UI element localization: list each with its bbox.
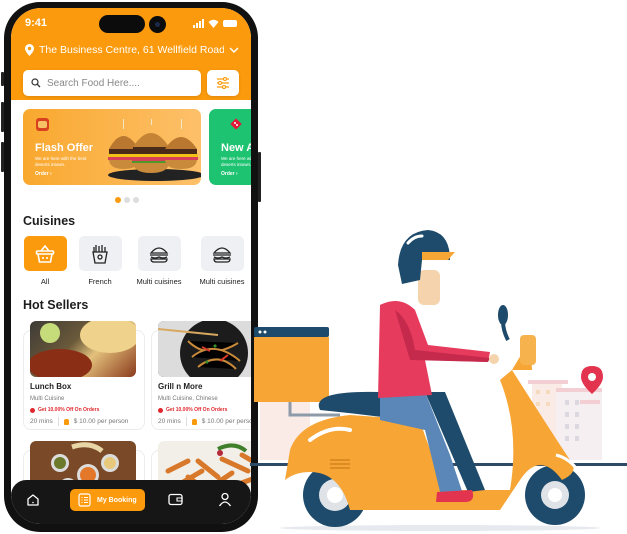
price: $ 10.00 per person [201, 418, 251, 425]
banner-order-link[interactable]: Order › [35, 171, 52, 177]
restaurant-meta: 20 mins $ 10.00 per person [158, 417, 251, 426]
cuisine-all[interactable]: All [21, 236, 69, 286]
tab-home[interactable] [26, 493, 40, 507]
sliders-icon [217, 77, 229, 89]
location-selector[interactable]: The Business Centre, 61 Wellfield Road..… [25, 44, 239, 56]
banner-order-link[interactable]: Order › [221, 171, 238, 177]
carousel-dot[interactable] [133, 197, 139, 203]
bottom-tab-bar: My Booking [11, 480, 251, 524]
wifi-icon [208, 19, 219, 28]
burger-icon [212, 246, 232, 263]
location-address: The Business Centre, 61 Wellfield Road..… [39, 44, 224, 56]
cuisine-french[interactable]: French [76, 236, 124, 286]
restaurant-name: Grill n More [158, 382, 203, 391]
header: 9:41 The Business Centre, 61 Wellfield R… [11, 8, 251, 100]
profile-icon [218, 492, 232, 507]
person-icon [191, 418, 197, 425]
price: $ 10.00 per person [73, 418, 129, 425]
restaurant-image [158, 321, 251, 377]
burger-icon [149, 246, 169, 263]
dynamic-island [99, 15, 145, 33]
restaurant-meta: 20 mins $ 10.00 per person [30, 417, 128, 426]
banner-title: New A [221, 142, 251, 154]
person-icon [63, 418, 69, 425]
cuisine-label: All [40, 277, 50, 286]
search-icon [31, 78, 41, 88]
delivery-scooter-illustration [250, 230, 627, 531]
promo-banner-new[interactable]: New A We are here with the best deserts … [209, 109, 251, 185]
dominos-logo [230, 118, 242, 130]
burger-king-logo [36, 118, 49, 131]
hot-sellers-title: Hot Sellers [23, 298, 89, 312]
tab-label: My Booking [97, 496, 137, 504]
offer-text: Get 10.00% Off On Orders [30, 407, 99, 413]
fries-icon [92, 244, 108, 264]
burger-image [108, 119, 201, 181]
promo-banner-flash-offer[interactable]: Flash Offer We are here with the best de… [23, 109, 201, 185]
banner-subtitle: We are here with the best deserts intown… [35, 156, 87, 167]
delivery-time: 20 mins [30, 418, 53, 425]
banner-subtitle: We are here with the best deserts intown… [221, 156, 251, 167]
booking-list-icon [78, 493, 91, 507]
filter-button[interactable] [207, 70, 239, 96]
restaurant-name: Lunch Box [30, 382, 72, 391]
carousel-dot[interactable] [115, 197, 121, 203]
power-button [258, 152, 261, 202]
cuisines-title: Cuisines [23, 214, 76, 228]
cuisine-label: French [88, 277, 112, 286]
volume-up-button [1, 102, 4, 132]
battery-icon [223, 19, 237, 27]
restaurant-category: Multi Cuisine [30, 396, 65, 402]
basket-icon [35, 244, 55, 263]
location-pin-icon [25, 44, 34, 56]
offer-badge-icon [30, 407, 35, 413]
order-link-label: Order [35, 171, 49, 177]
front-camera [149, 16, 166, 33]
tab-wallet[interactable] [168, 493, 183, 506]
delivery-box [254, 327, 329, 402]
order-link-label: Order [221, 171, 235, 177]
search-input[interactable]: Search Food Here.... [23, 70, 201, 96]
signal-icon [193, 18, 204, 28]
cuisine-label: Multi cuisines [199, 277, 245, 286]
offer-text: Get 10.00% Off On Orders [158, 407, 227, 413]
search-placeholder: Search Food Here.... [47, 77, 140, 89]
tab-profile[interactable] [218, 492, 232, 507]
offer-badge-icon [158, 407, 163, 413]
wallet-icon [168, 493, 183, 506]
cuisine-multi-1[interactable]: Multi cuisines [135, 236, 183, 286]
app-screen: 9:41 The Business Centre, 61 Wellfield R… [11, 8, 251, 524]
banner-title: Flash Offer [35, 142, 94, 154]
restaurant-image [30, 321, 136, 377]
delivery-time: 20 mins [158, 418, 181, 425]
silent-switch [1, 72, 4, 86]
restaurant-category: Multi Cuisine, Chinese [158, 396, 218, 402]
phone-mockup: 9:41 The Business Centre, 61 Wellfield R… [1, 2, 261, 532]
cuisine-label: Multi cuisines [136, 277, 182, 286]
status-time: 9:41 [25, 17, 48, 29]
carousel-dot[interactable] [124, 197, 130, 203]
offer-label: Get 10.00% Off On Orders [166, 407, 228, 413]
chevron-down-icon[interactable] [229, 47, 239, 53]
front-wheel [525, 465, 585, 525]
home-icon [27, 494, 39, 506]
cuisine-multi-2[interactable]: Multi cuisines [198, 236, 246, 286]
volume-down-button [1, 142, 4, 172]
offer-label: Get 10.00% Off On Orders [38, 407, 100, 413]
tab-my-booking[interactable]: My Booking [70, 489, 145, 511]
carousel-indicator [115, 197, 139, 203]
